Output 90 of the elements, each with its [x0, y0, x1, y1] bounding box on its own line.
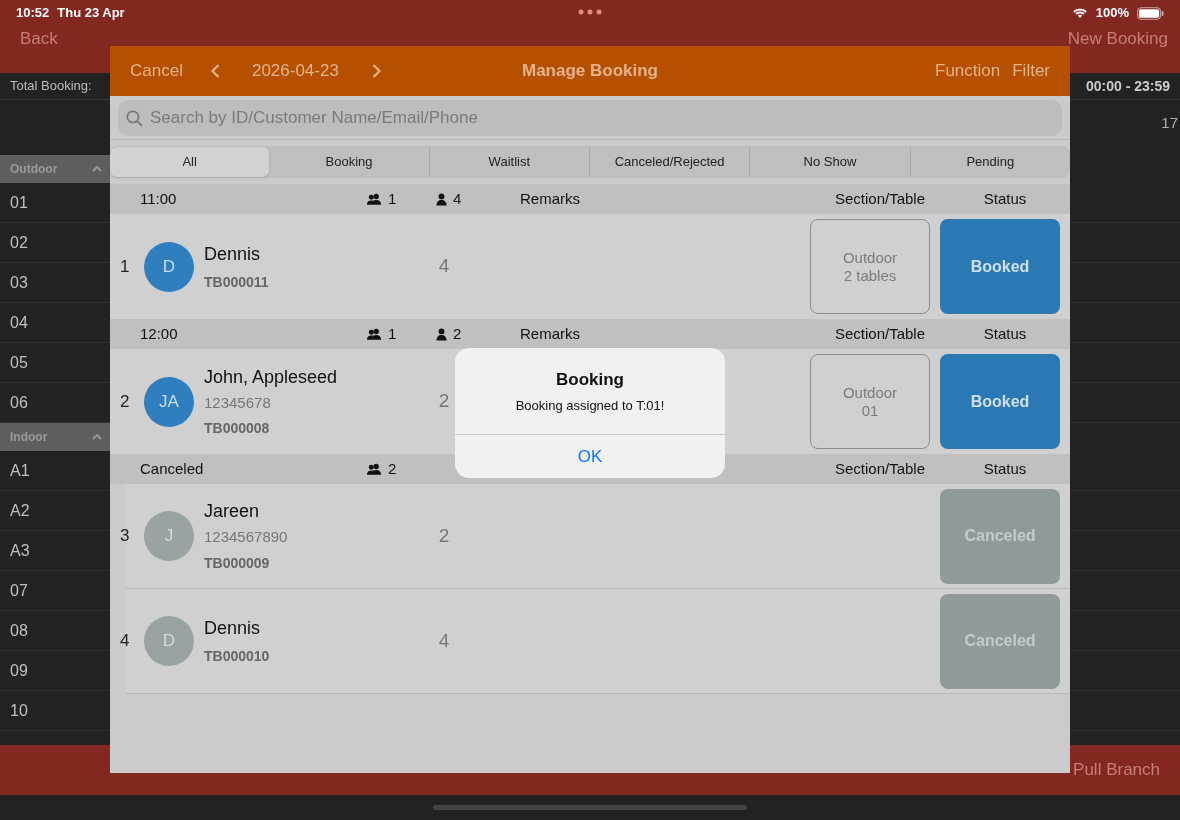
- row-number: 1: [120, 255, 131, 278]
- customer-name: Dennis: [204, 242, 262, 266]
- back-link[interactable]: Back: [20, 30, 58, 47]
- group-icon: [366, 327, 382, 341]
- filter-tab[interactable]: Canceled/Rejected: [589, 147, 750, 177]
- previous-icon: [210, 64, 220, 78]
- column-header: Section/Table: [833, 188, 927, 209]
- pax-count: 4: [437, 628, 451, 653]
- booking-id: TB000011: [204, 272, 270, 292]
- pax-count: 2: [437, 389, 451, 414]
- multitasking-dots-icon: [578, 9, 602, 15]
- group-count: 2: [388, 458, 397, 479]
- pax-count: 4: [453, 188, 462, 209]
- date-label[interactable]: 2026-04-23: [251, 58, 339, 84]
- status-button[interactable]: Booked: [940, 354, 1060, 449]
- pax-count: 4: [437, 254, 451, 279]
- next-icon: [371, 64, 381, 78]
- column-header: Status: [982, 188, 1028, 209]
- new-booking-link[interactable]: New Booking: [1067, 30, 1168, 47]
- filter-tab[interactable]: Booking: [269, 147, 429, 177]
- column-header: Remarks: [519, 188, 581, 209]
- table-name: A3: [10, 540, 30, 561]
- column-header: Status: [982, 458, 1028, 479]
- booking-id: TB000010: [204, 647, 271, 666]
- table-name: 10: [10, 700, 28, 721]
- group-title: 11:00: [139, 188, 178, 209]
- timeline-hour: 17: [1161, 113, 1178, 133]
- table-assignment: Outdoor 2 tables: [810, 219, 930, 314]
- avatar: J: [144, 511, 194, 561]
- battery-percent: 100%: [1095, 4, 1129, 23]
- pax-count: 2: [453, 323, 462, 344]
- person-icon: [436, 327, 447, 341]
- table-name: 01: [10, 192, 28, 213]
- header-action[interactable]: Function: [935, 58, 1001, 84]
- filter-tab[interactable]: All: [110, 147, 270, 177]
- table-name: 02: [10, 232, 28, 253]
- table-name: 03: [10, 272, 28, 293]
- customer-phone: 1234567890: [204, 527, 289, 548]
- table-name: 05: [10, 352, 28, 373]
- filter-tab[interactable]: Pending: [909, 147, 1070, 177]
- group-icon: [366, 192, 382, 206]
- row-number: 3: [120, 525, 131, 548]
- table-assignment: Outdoor 01: [810, 354, 930, 449]
- pax-count: 2: [437, 523, 451, 548]
- group-title: 12:00: [139, 323, 179, 344]
- pull-branch-link[interactable]: Pull Branch: [1073, 757, 1160, 783]
- customer-name: Jareen: [204, 500, 261, 524]
- status-time: 10:52: [16, 4, 50, 23]
- total-booking-label: Total Booking:: [10, 77, 92, 96]
- cancel-link[interactable]: Cancel: [130, 58, 183, 84]
- avatar: D: [144, 616, 194, 666]
- customer-name: John, Appleseed: [204, 365, 339, 389]
- table-name: 06: [10, 392, 28, 413]
- search-field[interactable]: Search by ID/Customer Name/Email/Phone: [118, 99, 1062, 136]
- group-title: Canceled: [139, 458, 205, 479]
- battery-icon: [1137, 6, 1164, 20]
- booking-id: TB000009: [204, 553, 271, 573]
- table-name: 09: [10, 660, 28, 681]
- status-date: Thu 23 Apr: [57, 4, 125, 23]
- avatar: JA: [144, 376, 194, 427]
- filter-tab[interactable]: Waitlist: [428, 147, 589, 177]
- group-count: 1: [388, 188, 397, 209]
- table-name: 07: [10, 580, 28, 601]
- filter-tab[interactable]: No Show: [749, 147, 910, 177]
- row-number: 4: [120, 630, 131, 653]
- search-icon: [126, 109, 143, 127]
- ok-button[interactable]: OK: [455, 434, 725, 478]
- person-icon: [436, 192, 447, 206]
- modal-title: Manage Booking: [522, 60, 658, 83]
- alert-message: Booking assigned to T:01!: [515, 396, 665, 415]
- wifi-icon: [1071, 7, 1088, 19]
- group-count: 1: [388, 323, 397, 344]
- column-header: Status: [982, 323, 1028, 344]
- customer-phone: 12345678: [204, 392, 272, 413]
- time-range: 00:00 - 23:59: [1085, 76, 1170, 96]
- header-action[interactable]: Filter: [1012, 58, 1050, 84]
- row-number: 2: [120, 390, 131, 413]
- table-name: 08: [10, 620, 28, 641]
- table-name: A2: [10, 500, 30, 521]
- table-name: A1: [10, 460, 30, 481]
- booking-id: TB000008: [204, 419, 271, 439]
- column-header: Section/Table: [833, 458, 927, 479]
- group-icon: [366, 462, 382, 476]
- table-name: 04: [10, 312, 28, 333]
- status-button[interactable]: Booked: [940, 219, 1060, 314]
- avatar: D: [144, 241, 194, 292]
- customer-name: Dennis: [204, 617, 262, 640]
- column-header: Remarks: [519, 323, 581, 344]
- alert-title: Booking: [556, 369, 624, 391]
- column-header: Section/Table: [833, 323, 927, 344]
